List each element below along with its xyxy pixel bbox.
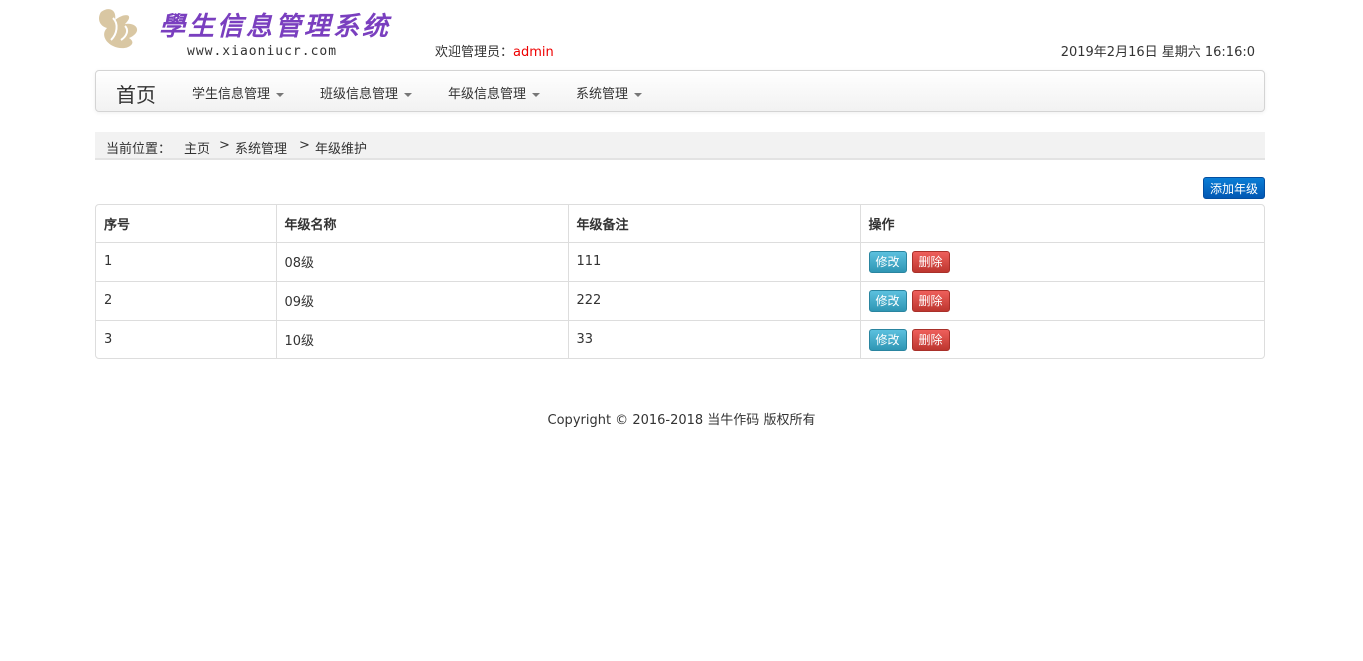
delete-button[interactable]: 删除 xyxy=(911,250,950,273)
edit-button[interactable]: 修改 xyxy=(868,289,907,312)
cell-grade-name: 09级 xyxy=(275,280,568,320)
header-grade-name: 年级名称 xyxy=(275,205,568,242)
cell-id: 2 xyxy=(96,280,276,320)
edit-button[interactable]: 修改 xyxy=(868,250,907,273)
cell-id: 1 xyxy=(96,241,276,281)
table-header-row: 序号 年级名称 年级备注 操作 xyxy=(96,205,1264,242)
logo-url: www.xiaoniucr.com xyxy=(187,44,338,59)
cell-actions: 修改 删除 xyxy=(859,280,1264,320)
nav-student-management[interactable]: 学生信息管理 xyxy=(192,83,285,102)
cell-grade-note: 111 xyxy=(567,241,860,281)
nav-grade-management[interactable]: 年级信息管理 xyxy=(448,83,541,102)
nav-item-label: 学生信息管理 xyxy=(192,87,271,102)
cell-grade-note: 33 xyxy=(567,319,860,358)
grade-table: 序号 年级名称 年级备注 操作 1 08级 111 修改 删除 2 09级 222… xyxy=(95,204,1265,359)
caret-down-icon xyxy=(634,92,643,97)
table-row: 2 09级 222 修改 删除 xyxy=(96,280,1264,320)
page-header: 學生信息管理系统 www.xiaoniucr.com 欢迎管理员：admin 2… xyxy=(95,0,1265,66)
nav-item-label: 年级信息管理 xyxy=(448,87,527,102)
cell-grade-name: 10级 xyxy=(275,319,568,358)
nav-item-label: 班级信息管理 xyxy=(320,87,399,102)
delete-button[interactable]: 删除 xyxy=(911,328,950,351)
admin-name: admin xyxy=(513,45,554,60)
footer-copyright: Copyright © 2016-2018 当牛作码 版权所有 xyxy=(547,413,816,428)
nav-class-management[interactable]: 班级信息管理 xyxy=(320,83,413,102)
cell-id: 3 xyxy=(96,319,276,358)
logo: 學生信息管理系统 www.xiaoniucr.com xyxy=(95,2,395,62)
header-actions: 操作 xyxy=(859,205,1264,242)
nav-brand-home[interactable]: 首页 xyxy=(116,79,156,108)
table-row: 3 10级 33 修改 删除 xyxy=(96,319,1264,358)
welcome-message: 欢迎管理员：admin xyxy=(435,41,554,60)
main-navbar: 首页 学生信息管理 班级信息管理 年级信息管理 系统管理 xyxy=(95,70,1265,112)
cell-actions: 修改 删除 xyxy=(859,319,1264,358)
breadcrumb-current: 年级维护 xyxy=(315,142,368,157)
delete-button[interactable]: 删除 xyxy=(911,289,950,312)
add-grade-button[interactable]: 添加年级 xyxy=(1203,177,1265,199)
current-datetime: 2019年2月16日 星期六 16:16:0 xyxy=(1060,45,1255,60)
cell-actions: 修改 删除 xyxy=(859,241,1264,281)
breadcrumb-prefix: 当前位置： xyxy=(106,142,172,157)
cell-grade-note: 222 xyxy=(567,280,860,320)
breadcrumb-separator: > xyxy=(299,138,310,153)
caret-down-icon xyxy=(276,92,285,97)
breadcrumb-system-link[interactable]: 系统管理 xyxy=(235,138,287,157)
breadcrumb-home-link[interactable]: 主页 xyxy=(184,138,210,157)
header-grade-note: 年级备注 xyxy=(567,205,860,242)
table-row: 1 08级 111 修改 删除 xyxy=(96,241,1264,281)
logo-bird-icon xyxy=(99,9,138,49)
nav-system-management[interactable]: 系统管理 xyxy=(576,83,643,102)
nav-item-label: 系统管理 xyxy=(576,87,629,102)
header-id: 序号 xyxy=(104,217,131,233)
logo-title: 學生信息管理系统 xyxy=(159,12,392,42)
caret-down-icon xyxy=(532,92,541,97)
cell-grade-name: 08级 xyxy=(275,241,568,281)
breadcrumb-separator: > xyxy=(219,138,230,153)
welcome-prefix: 欢迎管理员： xyxy=(435,45,514,60)
caret-down-icon xyxy=(404,92,413,97)
edit-button[interactable]: 修改 xyxy=(868,328,907,351)
breadcrumb: 当前位置： 主页 > 系统管理 > 年级维护 xyxy=(95,132,1265,160)
